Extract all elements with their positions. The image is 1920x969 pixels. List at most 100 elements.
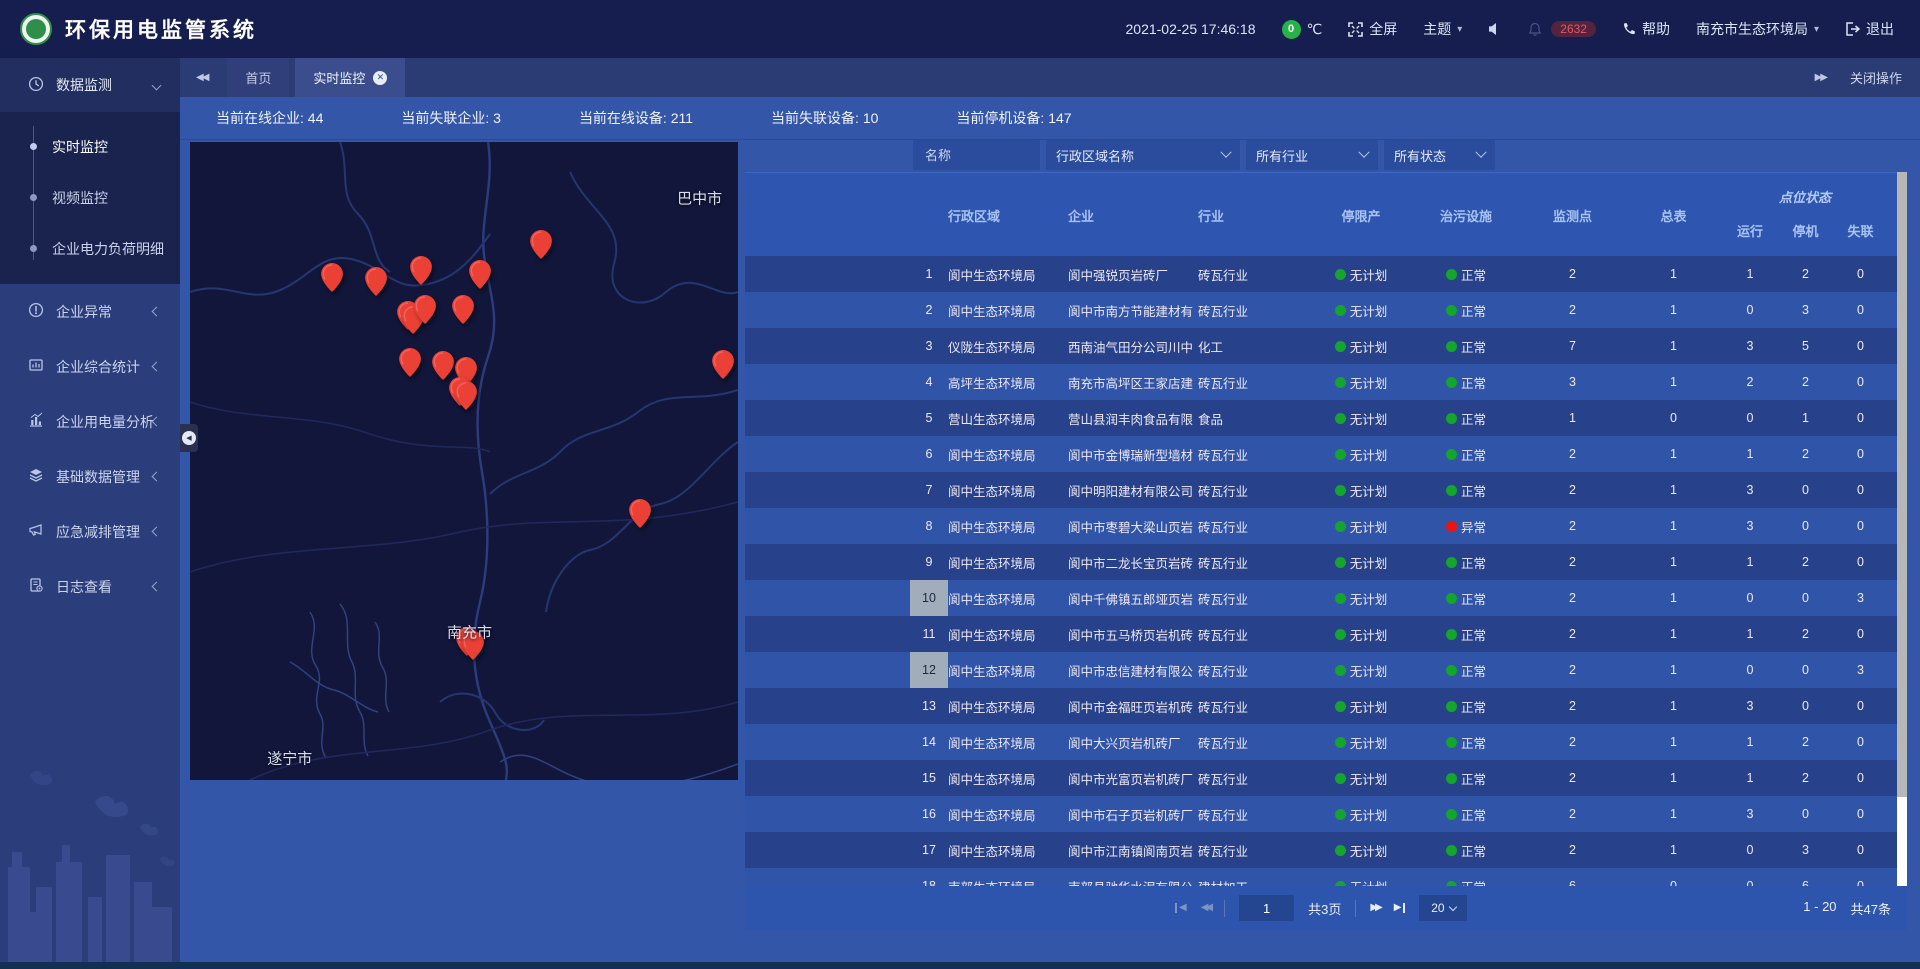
table-row[interactable]: 6阆中生态环境局阆中市金博瑞新型墙材砖瓦行业无计划正常21120	[745, 436, 1897, 472]
cell-run: 3	[1722, 328, 1778, 364]
cell-total: 1	[1625, 616, 1722, 652]
close-operations-button[interactable]: 关闭操作	[1850, 68, 1902, 87]
mute-button[interactable]	[1488, 22, 1502, 36]
logout-button[interactable]: 退出	[1845, 19, 1894, 39]
table-row[interactable]: 13阆中生态环境局阆中市金福旺页岩机砖砖瓦行业无计划正常21300	[745, 688, 1897, 724]
sidebar-item-视频监控[interactable]: 视频监控	[0, 172, 180, 223]
sidebar-collapse-handle[interactable]: ◀	[180, 424, 198, 452]
table-row[interactable]: 2阆中生态环境局阆中市南方节能建材有砖瓦行业无计划正常21030	[745, 292, 1897, 328]
map-pin[interactable]	[399, 348, 421, 377]
page-size-select[interactable]: 20	[1419, 895, 1467, 921]
cell-index: 8	[910, 508, 948, 544]
cell-total: 1	[1625, 544, 1722, 580]
table-scrollbar[interactable]	[1897, 172, 1907, 886]
map-pin[interactable]	[452, 295, 474, 324]
table-row[interactable]: 9阆中生态环境局阆中市二龙长宝页岩砖砖瓦行业无计划正常21120	[745, 544, 1897, 580]
table-row[interactable]: 5营山生态环境局营山县润丰肉食品有限食品无计划正常10010	[745, 400, 1897, 436]
sidebar-item-企业用电量分析[interactable]: 企业用电量分析	[0, 394, 180, 449]
sidebar-item-数据监测[interactable]: 数据监测	[0, 58, 180, 112]
map-pin[interactable]	[410, 256, 432, 285]
sidebar-item-应急减排管理[interactable]: 应急减排管理	[0, 504, 180, 559]
cell-industry: 砖瓦行业	[1198, 256, 1310, 292]
table-row[interactable]: 11阆中生态环境局阆中市五马桥页岩机砖砖瓦行业无计划正常21120	[745, 616, 1897, 652]
table-row[interactable]: 3仪陇生态环境局西南油气田分公司川中化工无计划正常71350	[745, 328, 1897, 364]
table-row[interactable]: 14阆中生态环境局阆中大兴页岩机砖厂砖瓦行业无计划正常21120	[745, 724, 1897, 760]
sidebar-item-日志查看[interactable]: 日志查看	[0, 559, 180, 614]
sidebar-item-基础数据管理[interactable]: 基础数据管理	[0, 449, 180, 504]
tab-实时监控[interactable]: 实时监控✕	[295, 58, 405, 97]
tab-首页[interactable]: 首页	[227, 58, 289, 97]
help-button[interactable]: 帮助	[1622, 19, 1670, 39]
map-pin[interactable]	[365, 267, 387, 296]
scrollbar-thumb[interactable]	[1897, 172, 1907, 797]
cell-index: 17	[910, 832, 948, 868]
footer-strip	[0, 962, 1920, 969]
table-row[interactable]: 15阆中生态环境局阆中市光富页岩机砖厂砖瓦行业无计划正常21120	[745, 760, 1897, 796]
cell-stop: 无计划	[1310, 832, 1412, 868]
cell-region: 阆中生态环境局	[948, 688, 1068, 724]
cell-total: 1	[1625, 688, 1722, 724]
map-pin[interactable]	[712, 350, 734, 379]
table-row[interactable]: 10阆中生态环境局阆中千佛镇五郎垭页岩砖瓦行业无计划正常21003	[745, 580, 1897, 616]
stats-bar: 当前在线企业: 44当前失联企业: 3当前在线设备: 211当前失联设备: 10…	[180, 97, 1920, 140]
sidebar-item-实时监控[interactable]: 实时监控	[0, 121, 180, 172]
map-pin[interactable]	[530, 230, 552, 259]
org-menu[interactable]: 南充市生态环境局 ▾	[1696, 19, 1819, 39]
cell-total: 1	[1625, 724, 1722, 760]
cell-total: 1	[1625, 508, 1722, 544]
cell-spacer	[745, 688, 910, 724]
cell-index: 1	[910, 256, 948, 292]
sidebar-item-企业电力负荷明细[interactable]: 企业电力负荷明细	[0, 223, 180, 274]
table-row[interactable]: 8阆中生态环境局阆中市枣碧大梁山页岩砖瓦行业无计划异常21300	[745, 508, 1897, 544]
cell-monitor: 2	[1520, 832, 1625, 868]
table-row[interactable]: 4高坪生态环境局南充市高坪区王家店建砖瓦行业无计划正常31220	[745, 364, 1897, 400]
status-filter-select[interactable]: 所有状态	[1384, 140, 1495, 170]
first-page-button[interactable]: ◀	[1175, 903, 1187, 913]
chevron-down-icon	[1220, 147, 1231, 158]
map-pin[interactable]	[414, 295, 436, 324]
cell-stop: 无计划	[1310, 688, 1412, 724]
industry-filter-select[interactable]: 所有行业	[1246, 140, 1378, 170]
prev-page-button[interactable]: ◀◀	[1201, 903, 1210, 913]
cell-end	[1888, 760, 1897, 796]
last-page-button[interactable]: ▶	[1394, 903, 1406, 913]
cell-region: 阆中生态环境局	[948, 436, 1068, 472]
region-filter-select[interactable]: 行政区域名称	[1046, 140, 1240, 170]
status-dot	[1335, 629, 1346, 640]
next-page-button[interactable]: ▶▶	[1370, 903, 1379, 913]
scroll-tabs-right-icon[interactable]: ▶▶	[1811, 72, 1830, 83]
tab-close-icon[interactable]: ✕	[373, 71, 387, 85]
map-pin[interactable]	[469, 260, 491, 289]
map-panel[interactable]: 巴中市南充市遂宁市	[190, 142, 738, 780]
name-filter-input[interactable]	[913, 140, 1040, 170]
alarm-indicator[interactable]: 2632	[1528, 21, 1596, 37]
cell-end	[1888, 724, 1897, 760]
map-pin[interactable]	[455, 381, 477, 410]
cell-stop: 无计划	[1310, 544, 1412, 580]
chevron-down-icon	[1448, 902, 1456, 910]
cell-company: 阆中市南方节能建材有	[1068, 292, 1198, 328]
map-pin[interactable]	[321, 263, 343, 292]
table-row[interactable]: 12阆中生态环境局阆中市忠信建材有限公砖瓦行业无计划正常21003	[745, 652, 1897, 688]
table-row[interactable]: 18南部生态环境局南部县驰华水泥有限公建材加工无计划正常60060	[745, 868, 1897, 886]
map-pin[interactable]	[432, 351, 454, 380]
page-input[interactable]	[1239, 895, 1294, 921]
table-row[interactable]: 7阆中生态环境局阆中明阳建材有限公司砖瓦行业无计划正常21300	[745, 472, 1897, 508]
tab-bar: ◀◀ 首页实时监控✕ ▶▶ 关闭操作	[180, 58, 1920, 97]
table-row[interactable]: 16阆中生态环境局阆中市石子页岩机砖厂砖瓦行业无计划正常21300	[745, 796, 1897, 832]
theme-menu[interactable]: 主题 ▾	[1423, 19, 1462, 39]
status-dot	[1446, 629, 1457, 640]
map-pin[interactable]	[629, 499, 651, 528]
name-filter-field[interactable]	[923, 147, 1030, 164]
sidebar-item-企业异常[interactable]: 企业异常	[0, 284, 180, 339]
scroll-tabs-left-icon[interactable]: ◀◀	[180, 72, 211, 83]
status-dot	[1446, 269, 1457, 280]
sidebar-item-企业综合统计[interactable]: 企业综合统计	[0, 339, 180, 394]
table-row[interactable]: 1阆中生态环境局阆中强锐页岩砖厂砖瓦行业无计划正常21120	[745, 256, 1897, 292]
fullscreen-button[interactable]: 全屏	[1348, 19, 1397, 39]
cell-monitor: 2	[1520, 616, 1625, 652]
stat-label: 当前失联企业:	[401, 110, 489, 126]
cell-facility: 异常	[1412, 508, 1520, 544]
table-row[interactable]: 17阆中生态环境局阆中市江南镇阆南页岩砖瓦行业无计划正常21030	[745, 832, 1897, 868]
cell-stop: 无计划	[1310, 760, 1412, 796]
